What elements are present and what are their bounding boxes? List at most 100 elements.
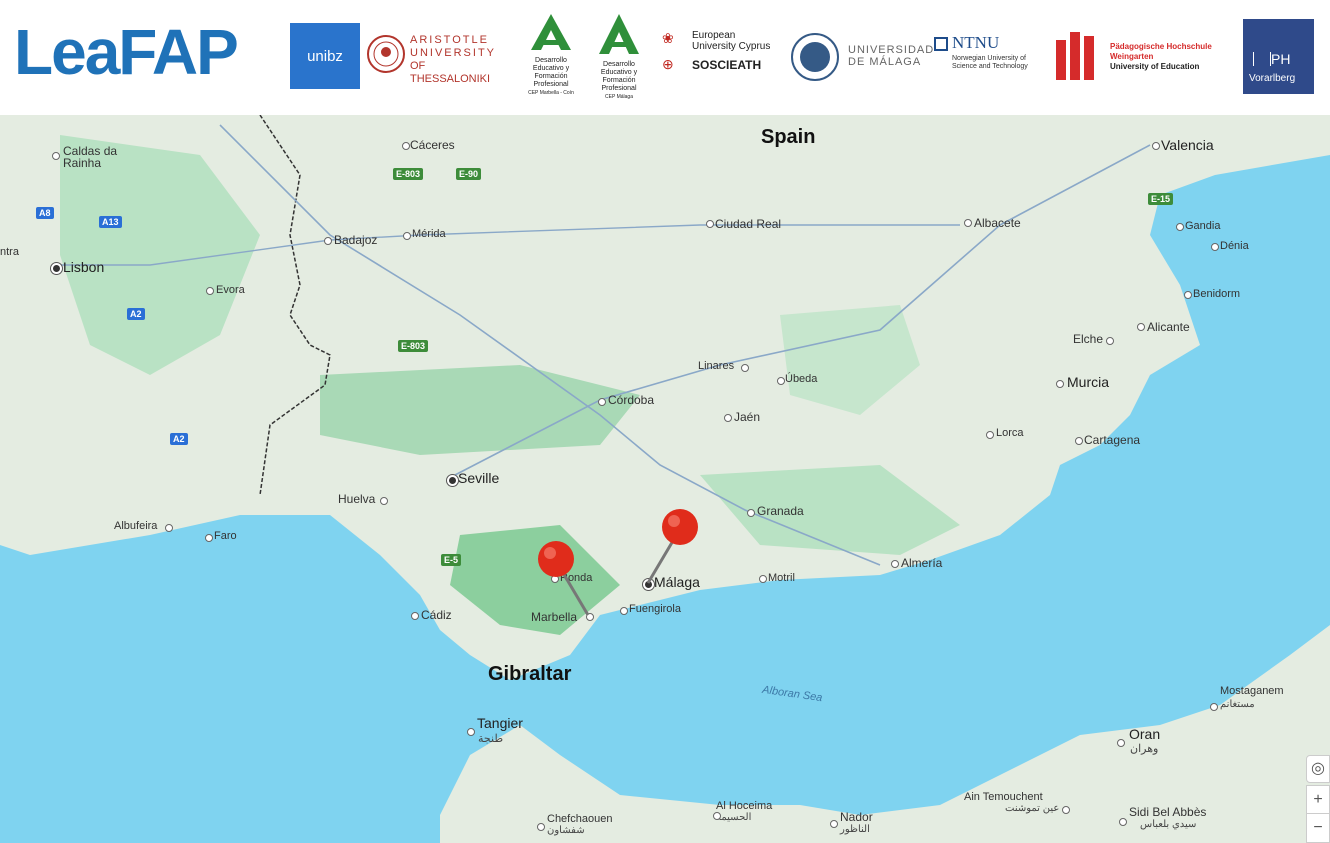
uma-line1: UNIVERSIDAD	[848, 44, 935, 56]
city-marker	[1210, 703, 1218, 711]
ph-w-line2: Weingarten	[1110, 52, 1154, 61]
cep1-line: Formación	[534, 73, 568, 80]
city-marker	[1119, 818, 1127, 826]
map-pin-malaga[interactable]	[640, 505, 710, 595]
ntnu-logo: NTNU Norwegian University of Science and…	[934, 33, 1044, 75]
city-marker	[537, 823, 545, 831]
arabic-label: طنجة	[478, 733, 504, 745]
capital-marker	[51, 263, 62, 274]
city-marker	[830, 820, 838, 828]
city-label: Rainha	[63, 156, 102, 170]
city-label: Ciudad Real	[715, 217, 782, 231]
arabic-label: عين تموشنت	[1005, 803, 1060, 814]
city-marker	[1056, 380, 1064, 388]
euc-line2: University Cyprus	[692, 41, 771, 52]
map-pin-ronda[interactable]	[530, 535, 600, 625]
city-label: Chefchaouen	[547, 813, 613, 825]
ph-vorarlberg-logo: PH Vorarlberg	[1243, 19, 1314, 94]
city-label: Mostaganem	[1220, 685, 1284, 697]
city-marker	[206, 287, 214, 295]
uma-seal-icon	[791, 33, 839, 81]
cep2-line: Desarrollo	[603, 61, 635, 68]
city-label: Almería	[901, 556, 943, 570]
ph-w-line1: Pädagogische Hochschule	[1110, 42, 1212, 51]
arabic-label: مستغانم	[1220, 699, 1255, 710]
city-label: Jaén	[734, 410, 761, 424]
road-shield: A2	[170, 433, 188, 445]
city-label: Cáceres	[410, 138, 455, 152]
city-marker	[741, 364, 749, 372]
logo-header: LeaFAP unibz ARISTOTLE UNIVERSITY OF THE…	[0, 0, 1330, 115]
location-button[interactable]: ◎	[1306, 755, 1330, 783]
city-marker	[205, 534, 213, 542]
aristotle-seal-icon	[367, 35, 405, 73]
city-marker	[1152, 142, 1160, 150]
city-label: Motril	[768, 572, 795, 584]
ph-v-bars-icon	[1253, 52, 1271, 66]
city-label: Linares	[698, 360, 735, 372]
zoom-out-button[interactable]: −	[1306, 813, 1330, 843]
city-marker	[165, 524, 173, 532]
city-label: ntra	[0, 246, 19, 258]
city-marker	[447, 475, 458, 486]
city-marker	[1137, 323, 1145, 331]
city-label: Gandia	[1185, 220, 1221, 232]
euc-line1: European	[692, 30, 736, 41]
city-marker	[403, 232, 411, 240]
city-marker	[1106, 337, 1114, 345]
city-label: Granada	[757, 504, 804, 518]
arabic-label: شفشاون	[547, 825, 585, 836]
city-marker	[1184, 291, 1192, 299]
city-label: Lorca	[996, 427, 1024, 439]
unibz-text: unibz	[307, 47, 343, 65]
cep-a-icon	[599, 14, 639, 54]
cep-malaga-logo: Desarrollo Educativo y Formación Profesi…	[586, 12, 652, 102]
city-label: Sidi Bel Abbès	[1129, 805, 1207, 819]
city-label: Evora	[216, 284, 245, 296]
city-label: Huelva	[338, 492, 376, 506]
city-label-murcia: Murcia	[1067, 374, 1110, 390]
uma-logo: UNIVERSIDAD DE MÁLAGA	[790, 32, 933, 82]
cep-marbella-logo: Desarrollo Educativo y Formación Profesi…	[516, 12, 586, 102]
city-label: Dénia	[1220, 240, 1249, 252]
city-label: Alicante	[1147, 320, 1190, 334]
city-label-seville: Seville	[458, 470, 500, 486]
ph-weingarten-logo: Pädagogische Hochschule Weingarten Unive…	[1054, 30, 1234, 84]
city-marker	[724, 414, 732, 422]
cep2-line: Formación	[602, 77, 636, 84]
city-label: Elche	[1073, 332, 1104, 346]
city-marker	[467, 728, 475, 736]
uma-line2: DE MÁLAGA	[848, 56, 922, 68]
ntnu-line2: Science and Technology	[952, 63, 1028, 70]
country-label-spain: Spain	[761, 126, 816, 148]
road-shield: A13	[99, 216, 122, 228]
city-marker	[380, 497, 388, 505]
city-marker	[411, 612, 419, 620]
road-shield: E-5	[441, 554, 462, 566]
cep1-line: CEP Marbella - Coín	[528, 90, 574, 96]
city-label-tangier: Tangier	[477, 715, 523, 731]
ph-weingarten-mark-icon	[1056, 32, 1094, 80]
road-shield: E-90	[456, 168, 482, 180]
ph-w-line3: University of Education	[1110, 62, 1200, 71]
cep1-line: Educativo y	[532, 65, 570, 72]
unibz-logo: unibz	[290, 23, 360, 89]
city-marker	[777, 377, 785, 385]
city-marker	[964, 219, 972, 227]
city-marker	[620, 607, 628, 615]
arabic-label: الناظور	[840, 824, 870, 835]
city-label-oran: Oran	[1129, 726, 1161, 742]
ntnu-line1: Norwegian University of	[952, 55, 1026, 62]
zoom-in-button[interactable]: +	[1306, 785, 1330, 815]
city-marker	[402, 142, 410, 150]
ntnu-text: NTNU	[952, 33, 1000, 52]
city-label-lisbon: Lisbon	[63, 259, 105, 275]
road-shield: E-803	[393, 168, 424, 180]
map-view[interactable]: Spain Gibraltar Alboran Sea Caldas da Ra…	[0, 115, 1330, 843]
soscieath-icon: ⊕	[662, 56, 674, 72]
city-marker	[1211, 243, 1219, 251]
city-label: Badajoz	[334, 233, 378, 247]
cep2-line: Educativo y	[600, 69, 638, 76]
city-label-valencia: Valencia	[1161, 137, 1214, 153]
city-label: Nador	[840, 810, 873, 824]
